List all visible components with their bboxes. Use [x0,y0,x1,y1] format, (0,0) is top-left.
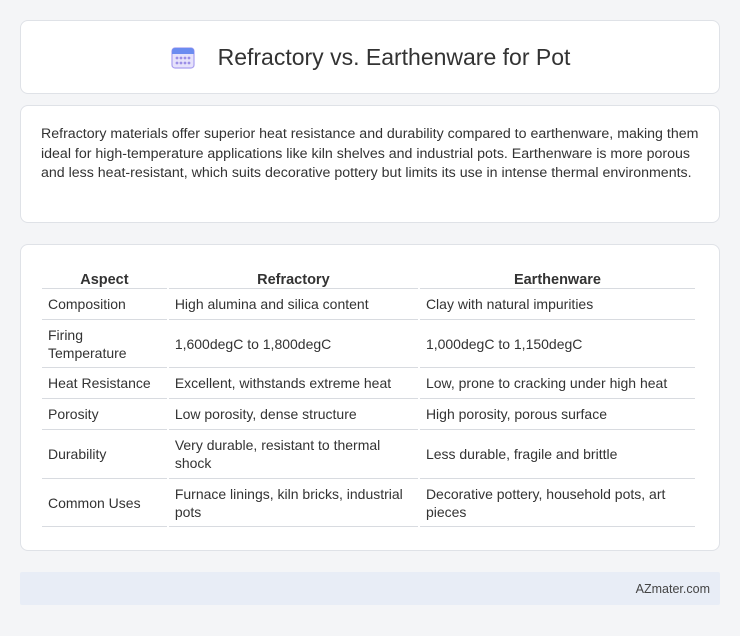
cell-refractory: Low porosity, dense structure [168,399,418,430]
cell-earthenware: Low, prone to cracking under high heat [419,368,695,399]
header-earthenware: Earthenware [419,265,695,289]
cell-earthenware: Clay with natural impurities [419,289,695,320]
table-row: Common Uses Furnace linings, kiln bricks… [42,479,695,527]
cell-aspect: Porosity [42,399,167,430]
comparison-table-card: Aspect Refractory Earthenware Compositio… [20,244,720,551]
cell-refractory: Excellent, withstands extreme heat [168,368,418,399]
cell-refractory: 1,600degC to 1,800degC [168,320,418,368]
cell-refractory: Furnace linings, kiln bricks, industrial… [168,479,418,527]
title-wrap: Refractory vs. Earthenware for Pot [170,43,571,71]
calendar-icon [170,44,196,70]
summary-card: Refractory materials offer superior heat… [20,105,720,223]
table-row: Firing Temperature 1,600degC to 1,800deg… [42,320,695,368]
cell-aspect: Composition [42,289,167,320]
table-row: Porosity Low porosity, dense structure H… [42,399,695,430]
cell-aspect: Firing Temperature [42,320,167,368]
cell-aspect: Common Uses [42,479,167,527]
cell-aspect: Durability [42,430,167,479]
table-row: Heat Resistance Excellent, withstands ex… [42,368,695,399]
page-title: Refractory vs. Earthenware for Pot [217,43,571,70]
table-header-row: Aspect Refractory Earthenware [42,265,695,289]
table-row: Composition High alumina and silica cont… [42,289,695,320]
cell-earthenware: Decorative pottery, household pots, art … [419,479,695,527]
footer-source: AZmater.com [635,581,710,596]
title-card: Refractory vs. Earthenware for Pot [20,20,720,94]
summary-text: Refractory materials offer superior heat… [41,126,699,181]
footer: AZmater.com [20,572,720,605]
cell-aspect: Heat Resistance [42,368,167,399]
cell-earthenware: High porosity, porous surface [419,399,695,430]
comparison-table: Aspect Refractory Earthenware Compositio… [40,265,697,527]
cell-earthenware: Less durable, fragile and brittle [419,430,695,479]
header-aspect: Aspect [42,265,167,289]
cell-earthenware: 1,000degC to 1,150degC [419,320,695,368]
header-refractory: Refractory [168,265,418,289]
table-row: Durability Very durable, resistant to th… [42,430,695,479]
cell-refractory: High alumina and silica content [168,289,418,320]
cell-refractory: Very durable, resistant to thermal shock [168,430,418,479]
